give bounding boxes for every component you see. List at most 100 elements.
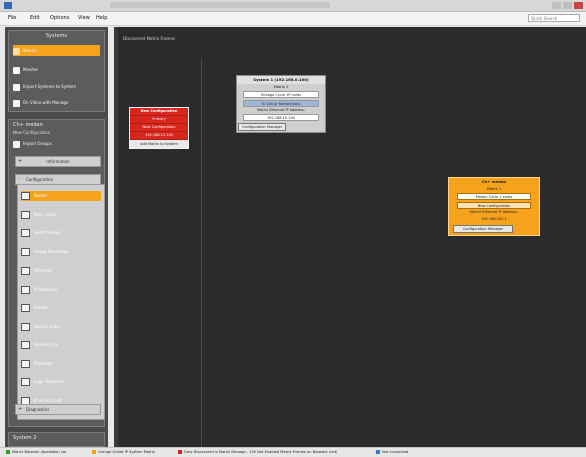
config-item-access-lists[interactable]: Access Lists	[21, 340, 101, 350]
information-section-toggle[interactable]: + Information	[15, 156, 101, 167]
system-panel-title: Ch+ medan	[13, 122, 43, 128]
menu-options[interactable]: Options	[50, 15, 69, 21]
config-item-label: Source Links	[34, 324, 60, 329]
config-item-label: Ethernet	[34, 268, 52, 273]
config-item-label: Switch Group	[34, 230, 61, 235]
groups-icon	[13, 140, 20, 148]
config-item-source-links[interactable]: Source Links	[21, 322, 101, 332]
config-item-protocols[interactable]: Protocols	[21, 359, 101, 369]
source-icon	[21, 323, 30, 331]
matrix-value-field[interactable]: Vintage Cycle 1P cards	[243, 91, 319, 98]
section-label: Information	[46, 159, 70, 164]
card-title: Ch+ medan	[481, 179, 507, 184]
ethernet-icon	[21, 267, 30, 275]
switch-icon	[21, 229, 30, 237]
sidebar: Systems Search Monitor Import Systems to…	[5, 27, 108, 447]
menu-edit[interactable]: Edit	[30, 15, 40, 21]
config-item-label: Access Lists	[34, 342, 59, 347]
config-item-label: Logic Switches	[34, 379, 64, 384]
status-item-available: Matrix Network (Available) via	[6, 449, 66, 456]
section-label: Diagnostics	[26, 407, 50, 412]
sidebar-item-monitor[interactable]: Monitor	[13, 64, 100, 75]
status-label: Grey Discovered is Matrix Manage - 192 N…	[184, 450, 338, 454]
close-button[interactable]	[574, 2, 583, 9]
config-item-label: Router	[34, 193, 48, 198]
green-square-icon	[6, 450, 10, 454]
sidebar-item-import[interactable]: Import Systems to System	[13, 81, 100, 92]
splitter-handle[interactable]	[114, 27, 118, 447]
config-item-label: Group Alternates	[34, 249, 68, 254]
config-item-switch-group[interactable]: Switch Group	[21, 228, 101, 238]
configuration-manager-button[interactable]: Configuration Manager	[453, 225, 513, 233]
divider	[201, 59, 202, 447]
matrix-canvas[interactable]: Discovered Matrix Frames New Configurati…	[114, 27, 586, 447]
diagnostics-section-toggle[interactable]: + Diagnostics	[15, 404, 101, 415]
card-buttons: Configuration Manager	[237, 121, 325, 132]
sidebar-item-label: Import Groups	[23, 141, 52, 146]
system2-panel[interactable]: System 2	[8, 432, 105, 447]
card-row: Next Configuration	[130, 124, 188, 132]
logic-icon	[21, 378, 30, 386]
status-item-orange: Orange Outlet IP System Matrix	[92, 449, 155, 456]
add-matrix-button[interactable]: Add Matrix to System	[130, 140, 188, 148]
sidebar-item-search[interactable]: Search	[13, 45, 100, 56]
status-item-grey: Grey Discovered is Matrix Manage - 192 N…	[178, 449, 337, 456]
search-input[interactable]: Quick Search	[528, 14, 580, 22]
minimize-button[interactable]	[552, 2, 561, 9]
system-panel-subtitle: New Configuration	[13, 130, 51, 135]
routes-icon	[21, 304, 30, 312]
status-item-connection: Not connected	[376, 449, 408, 456]
config-item-label: Protocols	[34, 361, 53, 366]
group-icon	[21, 248, 30, 256]
plus-icon: +	[18, 406, 23, 412]
menu-file[interactable]: File	[8, 15, 16, 21]
app-icon	[4, 2, 12, 9]
configuration-field[interactable]: New Configuration	[457, 202, 531, 209]
matrix-label: Matrix 1	[273, 85, 289, 89]
sidebar-item-video[interactable]: On Video with Manage	[13, 97, 100, 108]
card-link-row: IC Cell or Ranked Jons	[237, 100, 325, 107]
config-item-label: Port / Links	[34, 212, 57, 217]
sidebar-item-label: Monitor	[23, 67, 39, 72]
system-panel: Ch+ medan New Configuration Import Group…	[8, 119, 105, 427]
protocol-icon	[21, 360, 30, 368]
systems-panel-title: Systems	[45, 33, 68, 39]
system2-panel-title: System 2	[13, 435, 37, 441]
configuration-list: Router Port / Links Switch Group Group A…	[17, 184, 105, 420]
matrix-value-field[interactable]: Medan Cycle 1 cards	[457, 193, 531, 200]
config-item-group-alternates[interactable]: Group Alternates	[21, 247, 101, 257]
ip-address-value: 192.168.100.1	[481, 217, 507, 221]
configuration-manager-button[interactable]: Configuration Manager	[238, 123, 287, 131]
system1-card[interactable]: System 1 (192.168.0.100) Matrix 1 Vintag…	[236, 75, 326, 133]
port-icon	[21, 211, 30, 219]
orange-square-icon	[92, 450, 96, 454]
sidebar-item-label: Search	[23, 48, 37, 53]
red-square-icon	[178, 450, 182, 454]
blue-square-icon	[376, 450, 380, 454]
matrix-link[interactable]: IC Cell or Ranked Jons	[243, 100, 319, 107]
monitor-icon	[13, 66, 20, 74]
config-item-ethernet[interactable]: Ethernet	[21, 266, 101, 276]
maximize-button[interactable]	[563, 2, 572, 9]
new-configuration-card[interactable]: New Configuration Primary Next Configura…	[129, 107, 189, 149]
menu-help[interactable]: Help	[96, 15, 107, 21]
menu-bar: File Edit Options View Help Quick Search	[0, 12, 586, 26]
config-item-port-links[interactable]: Port / Links	[21, 210, 101, 220]
config-item-label: Routes	[34, 305, 48, 310]
router-icon	[21, 192, 30, 200]
config-item-label: IP Multicast	[34, 287, 57, 292]
menu-view[interactable]: View	[78, 15, 90, 21]
ip-address-field[interactable]: 192.168.10.100	[243, 114, 319, 121]
sidebar-item-import-groups[interactable]: Import Groups	[13, 138, 100, 149]
card-title: New Configuration	[130, 108, 188, 116]
medan-card[interactable]: Ch+ medan Matrix 1 Medan Cycle 1 cards N…	[448, 177, 540, 236]
card-row: Primary	[130, 116, 188, 124]
access-icon	[21, 341, 30, 349]
config-item-logic-switches[interactable]: Logic Switches	[21, 377, 101, 387]
config-item-router[interactable]: Router	[21, 191, 101, 201]
config-item-routes[interactable]: Routes	[21, 303, 101, 313]
ip-label: Matrix Ethernet IP Address:	[470, 210, 518, 214]
video-icon	[13, 99, 20, 107]
canvas-header: Discovered Matrix Frames	[123, 36, 175, 41]
config-item-ip-multicast[interactable]: IP Multicast	[21, 285, 101, 295]
